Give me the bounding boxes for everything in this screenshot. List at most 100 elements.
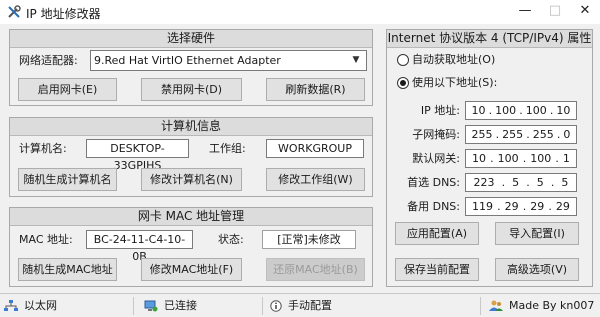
ip-octet-4: 10 (556, 104, 571, 117)
status-network-text: 以太网 (24, 299, 57, 312)
octet-dot: . (501, 176, 506, 189)
connected-icon (144, 300, 158, 312)
ip-octet-2: 100 (495, 104, 517, 117)
gateway-label: 默认网关: (412, 152, 460, 165)
import-config-button[interactable]: 导入配置(I) (495, 222, 579, 245)
ip-address-field[interactable]: 10. 100. 100. 10 (465, 101, 577, 120)
gateway-octet-1: 10 (472, 152, 487, 165)
network-icon (4, 300, 18, 311)
random-computer-name-button[interactable]: 随机生成计算机名 (18, 168, 117, 191)
status-divider (262, 297, 263, 315)
workgroup-label: 工作组: (209, 142, 246, 155)
gateway-octet-2: 100 (497, 152, 519, 165)
octet-dot: . (549, 104, 554, 117)
auto-address-radio[interactable] (397, 54, 409, 66)
mask-octet-4: 0 (563, 128, 571, 141)
dns1-octet-1: 223 (473, 176, 495, 189)
octet-dot: . (495, 128, 500, 141)
minimize-button[interactable]: — (510, 0, 540, 24)
mac-address-label: MAC 地址: (19, 233, 73, 246)
octet-dot: . (490, 152, 494, 165)
refresh-button[interactable]: 刷新数据(R) (266, 78, 365, 101)
status-divider (480, 297, 481, 315)
mask-octet-3: 255 (532, 128, 554, 141)
adapter-select[interactable]: 9.Red Hat VirtIO Ethernet Adapter ▼ (90, 50, 367, 71)
dns1-octet-4: 5 (561, 176, 569, 189)
octet-dot: . (522, 152, 527, 165)
close-button[interactable]: ✕ (570, 0, 600, 24)
users-icon (489, 300, 503, 311)
save-config-button[interactable]: 保存当前配置 (395, 258, 479, 281)
status-divider (133, 297, 134, 315)
mac-address-field[interactable]: BC-24-11-C4-10-0B (86, 230, 193, 263)
close-icon: ✕ (579, 3, 591, 18)
preferred-dns-field[interactable]: 223. 5. 5. 5 (465, 173, 577, 192)
octet-dot: . (526, 128, 530, 141)
dns2-octet-2: 29 (504, 200, 519, 213)
enable-adapter-button[interactable]: 启用网卡(E) (18, 78, 117, 101)
apply-config-button[interactable]: 应用配置(A) (395, 222, 479, 245)
octet-dot: . (555, 152, 559, 165)
maximize-button[interactable]: □ (540, 0, 570, 24)
dns2-octet-4: 29 (555, 200, 570, 213)
auto-address-label[interactable]: 自动获取地址(O) (412, 50, 495, 69)
octet-dot: . (519, 104, 523, 117)
octet-dot: . (548, 200, 552, 213)
status-mode: 手动配置 (270, 297, 332, 315)
dns2-label: 备用 DNS: (407, 200, 460, 213)
status-author-text: Made By kn007 (509, 299, 595, 312)
title-bar: IP 地址修改器 — □ ✕ (0, 0, 600, 24)
mask-octet-2: 255 (502, 128, 524, 141)
gateway-octet-4: 1 (562, 152, 570, 165)
adapter-label: 网络适配器: (19, 54, 78, 67)
status-mode-text: 手动配置 (288, 299, 332, 312)
advanced-options-button[interactable]: 高级选项(V) (495, 258, 579, 281)
tools-icon (8, 5, 21, 18)
radio-selected-dot (400, 80, 406, 86)
mac-status-label: 状态: (218, 233, 244, 246)
computer-name-label: 计算机名: (19, 142, 67, 155)
mac-status-field: [正常]未修改 (262, 230, 356, 249)
subnet-mask-field[interactable]: 255. 255. 255. 0 (465, 125, 577, 144)
octet-dot: . (526, 176, 530, 189)
mac-panel-title: 网卡 MAC 地址管理 (10, 208, 372, 226)
random-mac-button[interactable]: 随机生成MAC地址 (18, 258, 117, 281)
mask-label: 子网掩码: (412, 128, 460, 141)
computer-name-field[interactable]: DESKTOP-33GPJHS (86, 139, 189, 172)
chevron-down-icon: ▼ (352, 55, 360, 65)
info-icon (270, 300, 282, 312)
window-title: IP 地址修改器 (26, 7, 101, 21)
octet-dot: . (556, 128, 561, 141)
alternate-dns-field[interactable]: 119. 29. 29. 29 (465, 197, 577, 216)
octet-dot: . (550, 176, 555, 189)
ip-octet-3: 100 (525, 104, 547, 117)
dns1-octet-2: 5 (512, 176, 520, 189)
status-bar: 以太网 已连接 手动配置 Made By kn007 (0, 293, 600, 317)
gateway-field[interactable]: 10. 100. 100. 1 (465, 149, 577, 168)
status-network: 以太网 (4, 297, 57, 315)
maximize-icon: □ (548, 3, 562, 18)
status-author: Made By kn007 (489, 297, 594, 315)
status-connection: 已连接 (144, 297, 197, 315)
status-connection-text: 已连接 (164, 299, 197, 312)
mask-octet-1: 255 (471, 128, 493, 141)
modify-computer-name-button[interactable]: 修改计算机名(N) (141, 168, 242, 191)
octet-dot: . (522, 200, 527, 213)
computer-panel-title: 计算机信息 (10, 118, 372, 136)
modify-mac-button[interactable]: 修改MAC地址(F) (141, 258, 242, 281)
dns1-label: 首选 DNS: (407, 176, 460, 189)
gateway-octet-3: 100 (530, 152, 552, 165)
restore-mac-button: 还原MAC地址(B) (266, 258, 365, 281)
modify-workgroup-button[interactable]: 修改工作组(W) (266, 168, 365, 191)
adapter-value: 9.Red Hat VirtIO Ethernet Adapter (94, 54, 281, 67)
manual-address-label[interactable]: 使用以下地址(S): (412, 73, 497, 92)
ip-octet-1: 10 (471, 104, 486, 117)
minimize-icon: — (518, 3, 532, 18)
disable-adapter-button[interactable]: 禁用网卡(D) (141, 78, 242, 101)
hardware-panel-title: 选择硬件 (10, 30, 372, 48)
ipv4-panel-title: Internet 协议版本 4 (TCP/IPv4) 属性 (387, 30, 592, 48)
workgroup-field[interactable]: WORKGROUP (266, 139, 364, 158)
dns1-octet-3: 5 (536, 176, 544, 189)
manual-address-radio[interactable] (397, 77, 409, 89)
dns2-octet-1: 119 (472, 200, 494, 213)
